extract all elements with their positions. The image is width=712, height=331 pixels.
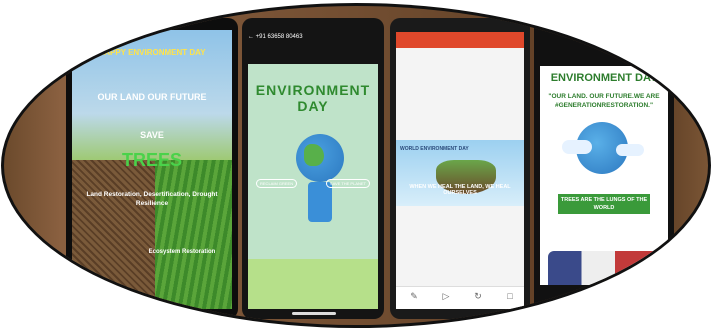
presentation-app: WORLD ENVIRONMENT DAY WHEN WE HEAL THE L…: [396, 32, 524, 309]
green-field: [155, 160, 232, 309]
poster-heading: HAPPY ENVIRONMENT DAY: [98, 48, 206, 57]
phone-4: ENVIRONMENT DAY "OUR LAND. OUR FUTURE.WE…: [534, 18, 674, 319]
poster-topics: Land Restoration, Desertification, Droug…: [86, 191, 218, 207]
app-header: [396, 32, 524, 48]
poster-title: ENVIRONMENT DAY: [255, 82, 371, 114]
cloud-left: [562, 140, 592, 154]
poster-trees-lungs: ENVIRONMENT DAY "OUR LAND. OUR FUTURE.WE…: [540, 66, 668, 285]
phone-2: ← +91 63658 80463 ENVIRONMENT DAY RECLAI…: [242, 18, 384, 319]
cracked-earth: [72, 160, 160, 309]
play-icon[interactable]: ▷: [438, 291, 454, 305]
home-indicator[interactable]: [292, 312, 336, 315]
cloud-right: [616, 144, 644, 156]
globe-land: [304, 144, 324, 166]
slide-text: WHEN WE HEAL THE LAND, WE HEAL OURSELVES: [409, 184, 511, 196]
grass-with-flowers: [248, 259, 378, 309]
phone-3: WORLD ENVIRONMENT DAY WHEN WE HEAL THE L…: [390, 18, 530, 319]
poster-title: ENVIRONMENT DAY: [550, 72, 658, 84]
more-icon[interactable]: □: [502, 291, 518, 305]
children-illustration: [548, 251, 660, 285]
chat-top-bar: ← +91 63658 80463: [248, 34, 378, 60]
contact-number: +91 63658 80463: [255, 34, 303, 40]
phone-1: HAPPY ENVIRONMENT DAY OUR LAND OUR FUTUR…: [66, 18, 238, 319]
back-arrow-icon[interactable]: ←: [248, 34, 254, 40]
poster-save-trees: HAPPY ENVIRONMENT DAY OUR LAND OUR FUTUR…: [72, 30, 232, 309]
pill-left: RECLAIM GREEN: [256, 179, 298, 188]
slide-preview[interactable]: WORLD ENVIRONMENT DAY WHEN WE HEAL THE L…: [396, 140, 524, 206]
poster-quote: "OUR LAND. OUR FUTURE.WE ARE #GENERATION…: [548, 93, 660, 109]
pill-right: SAVE THE PLANET: [325, 179, 370, 188]
slide-label: WORLD ENVIRONMENT DAY: [400, 146, 469, 152]
poster-footer: Ecosystem Restoration: [148, 249, 216, 255]
poster-banner: TREES ARE THE LUNGS OF THE WORLD: [558, 194, 650, 214]
globe-legs: [308, 182, 332, 222]
share-icon[interactable]: ↻: [470, 291, 486, 305]
poster-trees: TREES: [121, 150, 182, 170]
bottom-toolbar: ✎ ▷ ↻ □: [396, 286, 524, 309]
poster-environment-day: ENVIRONMENT DAY RECLAIM GREEN SAVE THE P…: [248, 64, 378, 309]
poster-save: SAVE: [140, 130, 164, 140]
photo-frame: HAPPY ENVIRONMENT DAY OUR LAND OUR FUTUR…: [4, 6, 708, 325]
edit-icon[interactable]: ✎: [406, 291, 422, 305]
poster-slogan: OUR LAND OUR FUTURE: [97, 92, 207, 102]
